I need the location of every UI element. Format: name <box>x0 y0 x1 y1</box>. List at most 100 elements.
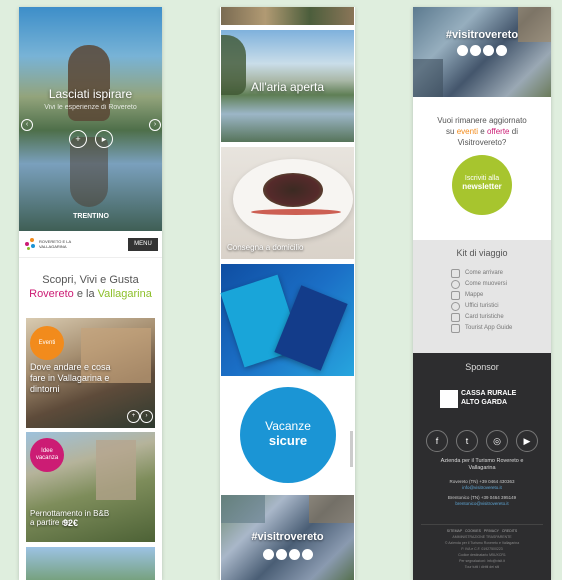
kit-item-label: Card turistiche <box>465 314 504 320</box>
castle-shape <box>96 440 136 500</box>
intro-rovereto: Rovereto <box>29 288 74 300</box>
footer-legal-1: AMMINISTRAZIONE TRASPARENTE <box>452 535 512 539</box>
guest-card-banner[interactable] <box>220 264 354 376</box>
event-card-next[interactable]: › <box>140 410 153 423</box>
mobile-screen-footer: #visitrovereto Vuoi rimanere aggiornato … <box>413 7 551 580</box>
hero-play-button[interactable]: ▸ <box>95 130 113 148</box>
mobile-screen-home: Lasciati ispirare Vivi le esperienze di … <box>19 7 162 580</box>
instagram-hashtag: #visitrovereto <box>251 531 324 543</box>
mobile-screen-offers: All'aria aperta Consegna a domicilio Vac… <box>220 7 355 580</box>
newsletter-offers: offerte <box>486 127 510 136</box>
hero-title: Lasciati ispirare <box>48 87 133 101</box>
twitter-icon[interactable] <box>470 45 481 56</box>
kit-item-tourist-offices[interactable]: Uffici turistici <box>451 301 541 312</box>
kit-item-app-guide[interactable]: Tourist App Guide <box>451 323 541 334</box>
instagram-icon[interactable]: ◎ <box>486 430 508 452</box>
travel-kit-list: Come arrivare Come muoversi Mappe Uffici… <box>451 268 541 334</box>
kit-item-label: Tourist App Guide <box>465 325 513 331</box>
twitter-icon[interactable] <box>275 549 287 560</box>
newsletter-events: eventi <box>456 127 479 136</box>
intro-line1: Scopri, Vivi e Gusta <box>42 274 139 286</box>
kit-item-tourist-cards[interactable]: Card turistiche <box>451 312 541 323</box>
org-name-line1: Azienda per il Turismo Rovereto e <box>440 458 524 464</box>
event-card-share[interactable]: + <box>127 410 140 423</box>
kit-item-label: Mappe <box>465 292 484 298</box>
youtube-icon[interactable] <box>301 549 313 560</box>
newsletter-line2-post: di <box>509 127 518 136</box>
facebook-icon[interactable]: f <box>426 430 448 452</box>
collage-tile-2 <box>309 495 354 523</box>
footer-legal-5: Per segnalazioni: info@visit.it <box>459 559 505 563</box>
trentino-logo: TRENTINO <box>73 213 109 220</box>
youtube-icon[interactable] <box>496 45 507 56</box>
home-delivery-banner[interactable]: Consegna a domicilio <box>221 147 354 259</box>
facebook-icon[interactable] <box>262 549 274 560</box>
info-icon <box>451 302 460 311</box>
facebook-icon[interactable] <box>457 45 468 56</box>
hero-plus-button[interactable]: + <box>69 130 87 148</box>
instagram-collage-top[interactable]: #visitrovereto <box>413 7 551 97</box>
instagram-icon[interactable] <box>288 549 300 560</box>
kit-item-maps[interactable]: Mappe <box>451 290 541 301</box>
twitter-icon[interactable]: t <box>456 430 478 452</box>
outdoor-banner[interactable]: All'aria aperta <box>221 30 354 142</box>
social-icons-top <box>413 43 551 61</box>
kit-item-how-to-arrive[interactable]: Come arrivare <box>451 268 541 279</box>
footer-dark: Sponsor CASSA RURALE ALTO GARDA f t ◎ ▶ Azi… <box>413 353 551 580</box>
newsletter-button-line1: Iscriviti alla <box>464 175 500 182</box>
menu-button[interactable]: MENU <box>128 238 158 251</box>
newsletter-line1: Vuoi rimanere aggiornato <box>437 116 527 125</box>
idea-badge: Idee vacanza <box>30 438 64 472</box>
email-rovereto[interactable]: info@visitrovereto.it <box>413 485 551 490</box>
intro-vallagarina: Vallagarina <box>97 288 152 300</box>
compass-icon <box>451 280 460 289</box>
kit-item-label: Come muoversi <box>465 281 508 287</box>
newsletter-subscribe-button[interactable]: Iscriviti alla newsletter <box>452 155 512 215</box>
map-icon <box>451 291 460 300</box>
safe-holidays-button[interactable]: Vacanze sicure <box>240 387 336 483</box>
youtube-icon[interactable]: ▶ <box>516 430 538 452</box>
phone-icon <box>451 324 460 333</box>
collage-tile-left <box>413 59 443 97</box>
sponsor-logo[interactable]: CASSA RURALE ALTO GARDA <box>440 386 526 412</box>
newsletter-line2-mid: e <box>478 127 487 136</box>
collage-tile-1 <box>221 495 265 523</box>
scrollbar[interactable] <box>350 431 353 467</box>
safe-holidays-line1: Vacanze <box>265 419 311 433</box>
newsletter-line2: su eventi e offerte di <box>413 127 551 136</box>
contact-brentonico: Brentonico (TN) +39 0464 395149 <box>447 495 517 500</box>
top-image-strip <box>221 7 354 25</box>
kit-item-label: Uffici turistici <box>465 303 499 309</box>
hero-subtitle: Vivi le esperienze di Rovereto <box>44 104 137 111</box>
kit-item-how-to-move[interactable]: Come muoversi <box>451 279 541 290</box>
hero-next-arrow[interactable]: › <box>149 119 161 131</box>
site-header: ROVERETO E LA VALLAGARINA MENU <box>19 231 162 258</box>
event-card-text: Dove andare e cosa fare in Vallagarina e… <box>30 362 111 394</box>
sponsor-logo-line2: ALTO GARDA <box>461 399 508 406</box>
rovereto-logo-icon[interactable] <box>25 238 37 250</box>
event-card[interactable]: Eventi Dove andare e cosa fare in Vallag… <box>26 318 155 428</box>
footer-legal-4: Codice destinatario M5UXCR1 <box>458 553 506 557</box>
safe-holidays-line2: sicure <box>268 433 308 448</box>
newsletter-line2-pre: su <box>446 127 457 136</box>
travel-kit-title: Kit di viaggio <box>456 248 508 258</box>
sponsor-logo-line1: CASSA RURALE <box>461 390 517 397</box>
holiday-idea-card[interactable]: Idee vacanza Pernottamento in B&B a part… <box>26 432 155 542</box>
footer-social-row: f t ◎ ▶ <box>413 430 551 452</box>
event-badge: Eventi <box>30 326 64 360</box>
footer-divider <box>421 524 543 525</box>
hero-prev-arrow[interactable]: ‹ <box>21 119 33 131</box>
next-card[interactable] <box>26 547 155 580</box>
newsletter-line3: Visitrovereto? <box>457 138 507 147</box>
instagram-icon[interactable] <box>483 45 494 56</box>
email-brentonico[interactable]: brentonico@visitrovereto.it <box>413 501 551 506</box>
footer-links[interactable]: SITEMAP COOKIES PRIVACY CREDITS <box>413 529 551 533</box>
newsletter-section: Vuoi rimanere aggiornato su eventi e off… <box>413 102 551 237</box>
sponsor-logo-mark <box>440 390 458 408</box>
travel-kit-section: Kit di viaggio Come arrivare Come muover… <box>413 240 551 353</box>
contact-rovereto: Rovereto (TN) +39 0464 430363 <box>449 479 515 484</box>
sponsor-title: Sponsor <box>465 362 499 372</box>
instagram-collage[interactable]: #visitrovereto <box>221 495 354 580</box>
safe-holidays-section: Vacanze sicure <box>221 381 354 493</box>
sauce-swirl <box>251 209 341 215</box>
